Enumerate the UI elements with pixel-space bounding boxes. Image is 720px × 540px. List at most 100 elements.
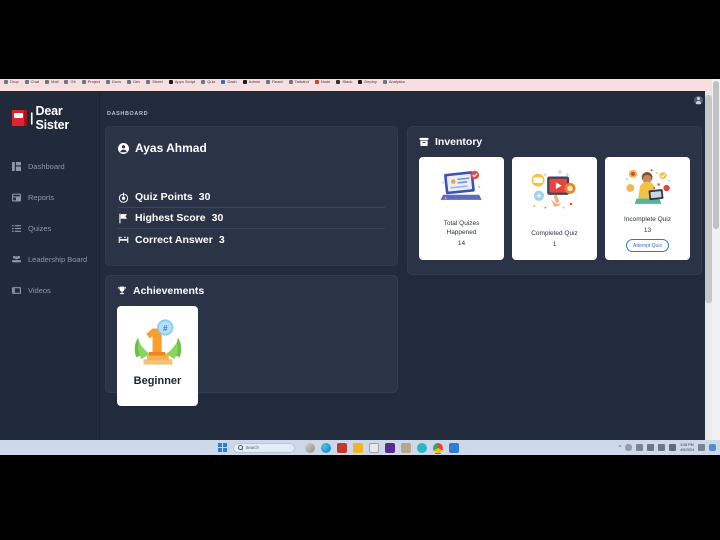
favicon-icon: [382, 80, 387, 84]
bookmark-label: Dash: [227, 79, 237, 84]
settings-icon[interactable]: [417, 442, 427, 453]
favicon-icon: [146, 80, 151, 84]
bookmark-label: Dev: [133, 79, 141, 84]
sidebar-item-dashboard[interactable]: Dashboard: [0, 151, 99, 182]
vlc-icon[interactable]: [385, 442, 395, 453]
favicon-icon: [24, 80, 29, 84]
sidebar-item-label: Leadership Board: [28, 255, 88, 264]
user-avatar-icon[interactable]: [694, 95, 703, 105]
tablet-play-art: [527, 167, 582, 219]
inventory-tile-value: 13: [643, 227, 652, 234]
bookmark-item[interactable]: Dash: [221, 79, 237, 85]
inventory-title: Inventory: [435, 136, 483, 148]
stat-value: 3: [218, 233, 225, 246]
stat-row: Quiz Points 30: [118, 187, 385, 208]
mail-icon[interactable]: [369, 442, 379, 453]
cloud-icon[interactable]: [625, 444, 632, 451]
taskbar-system-tray: ^ 3:08 PM 4/5/2024: [619, 440, 716, 455]
bookmark-item[interactable]: Drop: [4, 79, 19, 85]
stat-label: Highest Score: [135, 212, 206, 224]
bookmark-item[interactable]: Dev: [127, 79, 140, 85]
letterbox-bottom: [0, 455, 720, 540]
ime-icon[interactable]: [636, 444, 643, 451]
taskbar-clock[interactable]: 3:08 PM 4/5/2024: [680, 443, 694, 452]
active-app-indicator: [435, 452, 441, 454]
chrome-icon[interactable]: [433, 442, 443, 453]
achievement-badge[interactable]: # Beginner: [117, 306, 198, 406]
tray-chevron-icon[interactable]: ^: [619, 445, 621, 451]
wifi-icon[interactable]: [647, 444, 654, 451]
stat-row: Highest Score 30: [118, 208, 385, 229]
taskbar-search-box[interactable]: Search: [233, 442, 295, 453]
bookmark-item[interactable]: Tailwind: [288, 79, 309, 85]
bookmark-label: Deploy: [364, 79, 377, 84]
edge-icon[interactable]: [321, 442, 331, 453]
reports-icon: [12, 193, 21, 202]
inventory-tile-incomplete-quiz[interactable]: Incomplete Quiz 13 Attempt Quiz: [605, 157, 690, 260]
browser-scrollbar[interactable]: [712, 79, 720, 440]
inventory-tile-label: Total Quizes Happened: [444, 219, 480, 237]
taskbar-center-group: Search: [218, 440, 459, 455]
bookmark-item[interactable]: Sheet: [146, 79, 163, 85]
app-scrollbar[interactable]: [705, 91, 712, 440]
sidebar-item-leadership-board[interactable]: Leadership Board: [0, 244, 99, 275]
file-explorer-icon[interactable]: [353, 442, 363, 453]
favicon-icon: [127, 80, 132, 84]
sidebar: | Dear Sister Dashboard Reports Quizes L…: [0, 91, 100, 440]
store-icon[interactable]: [401, 442, 411, 453]
search-icon: [238, 445, 243, 450]
first-place-trophy-art: #: [129, 314, 187, 370]
volume-icon[interactable]: [658, 444, 665, 451]
bookmark-item[interactable]: Quiz: [201, 79, 215, 85]
browser-scrollbar-thumb[interactable]: [713, 81, 719, 229]
bookmark-item[interactable]: Admin: [242, 79, 260, 85]
browser-bookmarks-bar[interactable]: Drop Chat Mail Git Project Docs Dev Shee…: [0, 79, 720, 91]
dashboard-grid: Ayas Ahmad Quiz Points 30 Highest Score …: [100, 117, 720, 406]
favicon-icon: [288, 80, 293, 84]
bookmark-item[interactable]: Chat: [24, 79, 39, 85]
task-view-icon[interactable]: [305, 442, 315, 453]
sidebar-item-videos[interactable]: Videos: [0, 275, 99, 306]
bookmark-label: Stack: [342, 79, 353, 84]
app-logo[interactable]: | Dear Sister: [0, 91, 99, 132]
bookmark-item[interactable]: Node: [314, 79, 330, 85]
bookmark-item[interactable]: Stack: [336, 79, 352, 85]
bookmark-item[interactable]: Deploy: [358, 79, 377, 85]
inventory-title-row: Inventory: [419, 136, 690, 148]
bookmark-item[interactable]: React: [266, 79, 283, 85]
tray-app-icon[interactable]: [709, 444, 716, 451]
favicon-icon: [201, 80, 206, 84]
bookmark-item[interactable]: Mail: [45, 79, 58, 85]
left-column: Ayas Ahmad Quiz Points 30 Highest Score …: [105, 126, 398, 406]
inventory-tile-value: 14: [457, 240, 466, 247]
app-scrollbar-thumb[interactable]: [705, 95, 712, 303]
sidebar-item-quizes[interactable]: Quizes: [0, 213, 99, 244]
bookmark-item[interactable]: Analytics: [382, 79, 405, 85]
inventory-tile-total-quizes[interactable]: Total Quizes Happened 14: [419, 157, 504, 260]
inventory-tile-label: Completed Quiz: [531, 230, 578, 237]
camera-icon[interactable]: [337, 442, 347, 453]
favicon-icon: [221, 80, 226, 84]
app-topbar: [100, 91, 720, 109]
bookmark-item[interactable]: Apps Script: [168, 79, 195, 85]
bookmark-item[interactable]: Git: [64, 79, 76, 85]
videos-icon: [12, 286, 21, 295]
windows-start-icon[interactable]: [218, 443, 227, 452]
bookmark-item[interactable]: Docs: [106, 79, 121, 85]
media-player-icon[interactable]: [449, 442, 459, 453]
sidebar-item-reports[interactable]: Reports: [0, 182, 99, 213]
bookmark-item[interactable]: Project: [81, 79, 100, 85]
chrome-icon-wrap[interactable]: [433, 441, 443, 454]
favicon-icon: [314, 80, 319, 84]
inventory-tile-completed-quiz[interactable]: Completed Quiz 1: [512, 157, 597, 260]
notifications-icon[interactable]: [698, 444, 705, 451]
sidebar-item-label: Dashboard: [28, 162, 65, 171]
quizes-icon: [12, 224, 21, 233]
logo-divider: |: [30, 111, 34, 125]
target-icon: [118, 192, 129, 203]
profile-stats: Quiz Points 30 Highest Score 30 Correct …: [118, 187, 385, 250]
bookmark-label: Docs: [112, 79, 122, 84]
battery-icon[interactable]: [669, 444, 676, 451]
attempt-quiz-button[interactable]: Attempt Quiz: [626, 239, 669, 252]
profile-name: Ayas Ahmad: [135, 141, 207, 155]
